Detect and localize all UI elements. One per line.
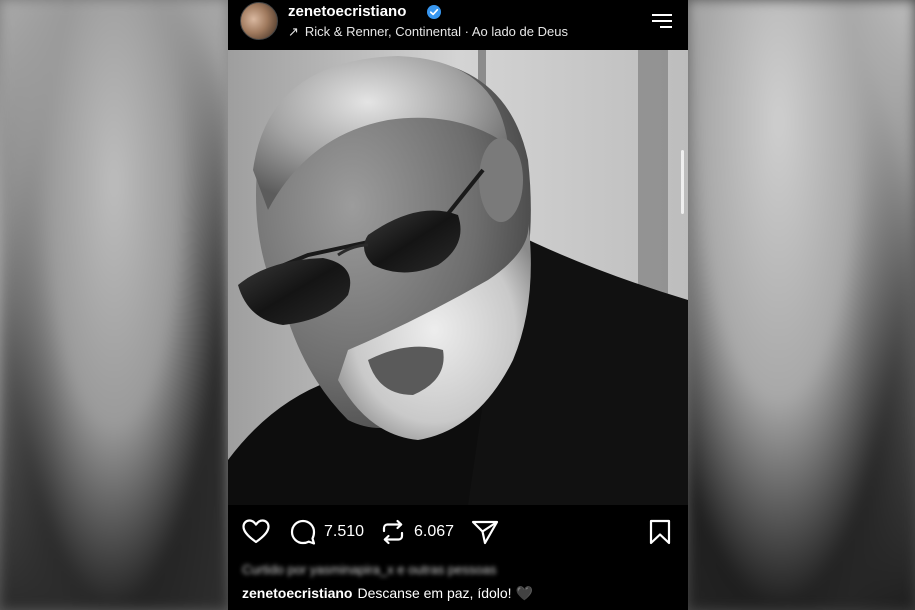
blurred-background-right	[688, 0, 915, 610]
post-header: zenetoecristiano ↗ Rick & Renner, Contine…	[228, 0, 688, 50]
post-username[interactable]: zenetoecristiano	[288, 3, 406, 20]
post-actions-bar: 7.510 6.067	[228, 510, 688, 555]
menu-icon[interactable]	[650, 12, 674, 30]
avatar[interactable]	[240, 2, 278, 40]
like-button[interactable]	[242, 518, 270, 546]
comment-button[interactable]: 7.510	[290, 518, 364, 546]
repost-button[interactable]: 6.067	[380, 518, 454, 546]
instagram-post: zenetoecristiano ↗ Rick & Renner, Contine…	[228, 0, 688, 610]
audio-track[interactable]: ↗ Rick & Renner, Continental · Ao lado de…	[288, 24, 568, 40]
caption-username[interactable]: zenetoecristiano	[242, 585, 352, 601]
post-photo[interactable]	[228, 50, 688, 505]
comment-icon	[290, 519, 316, 545]
caption-text: Descanse em paz, ídolo! 🖤	[357, 585, 533, 601]
verified-badge-icon	[427, 5, 441, 19]
scrollbar-thumb[interactable]	[681, 150, 684, 214]
repost-count: 6.067	[414, 523, 455, 540]
save-button[interactable]	[648, 518, 672, 546]
share-button[interactable]	[471, 518, 499, 546]
post-caption: zenetoecristiano Descanse em paz, ídolo! …	[242, 585, 533, 602]
repost-icon	[382, 519, 404, 545]
audio-track-label: Rick & Renner, Continental · Ao lado de …	[304, 24, 568, 39]
audio-arrow-icon: ↗	[288, 24, 299, 39]
portrait-illustration	[228, 50, 688, 505]
send-icon	[471, 520, 499, 545]
screenshot-stage: zenetoecristiano ↗ Rick & Renner, Contine…	[0, 0, 915, 610]
comment-count: 7.510	[324, 523, 365, 540]
heart-icon	[242, 519, 270, 544]
blurred-background-left	[0, 0, 228, 610]
bookmark-icon	[649, 519, 671, 545]
liked-by-text[interactable]: Curtido por yasminapira_x e outras pesso…	[242, 562, 496, 577]
